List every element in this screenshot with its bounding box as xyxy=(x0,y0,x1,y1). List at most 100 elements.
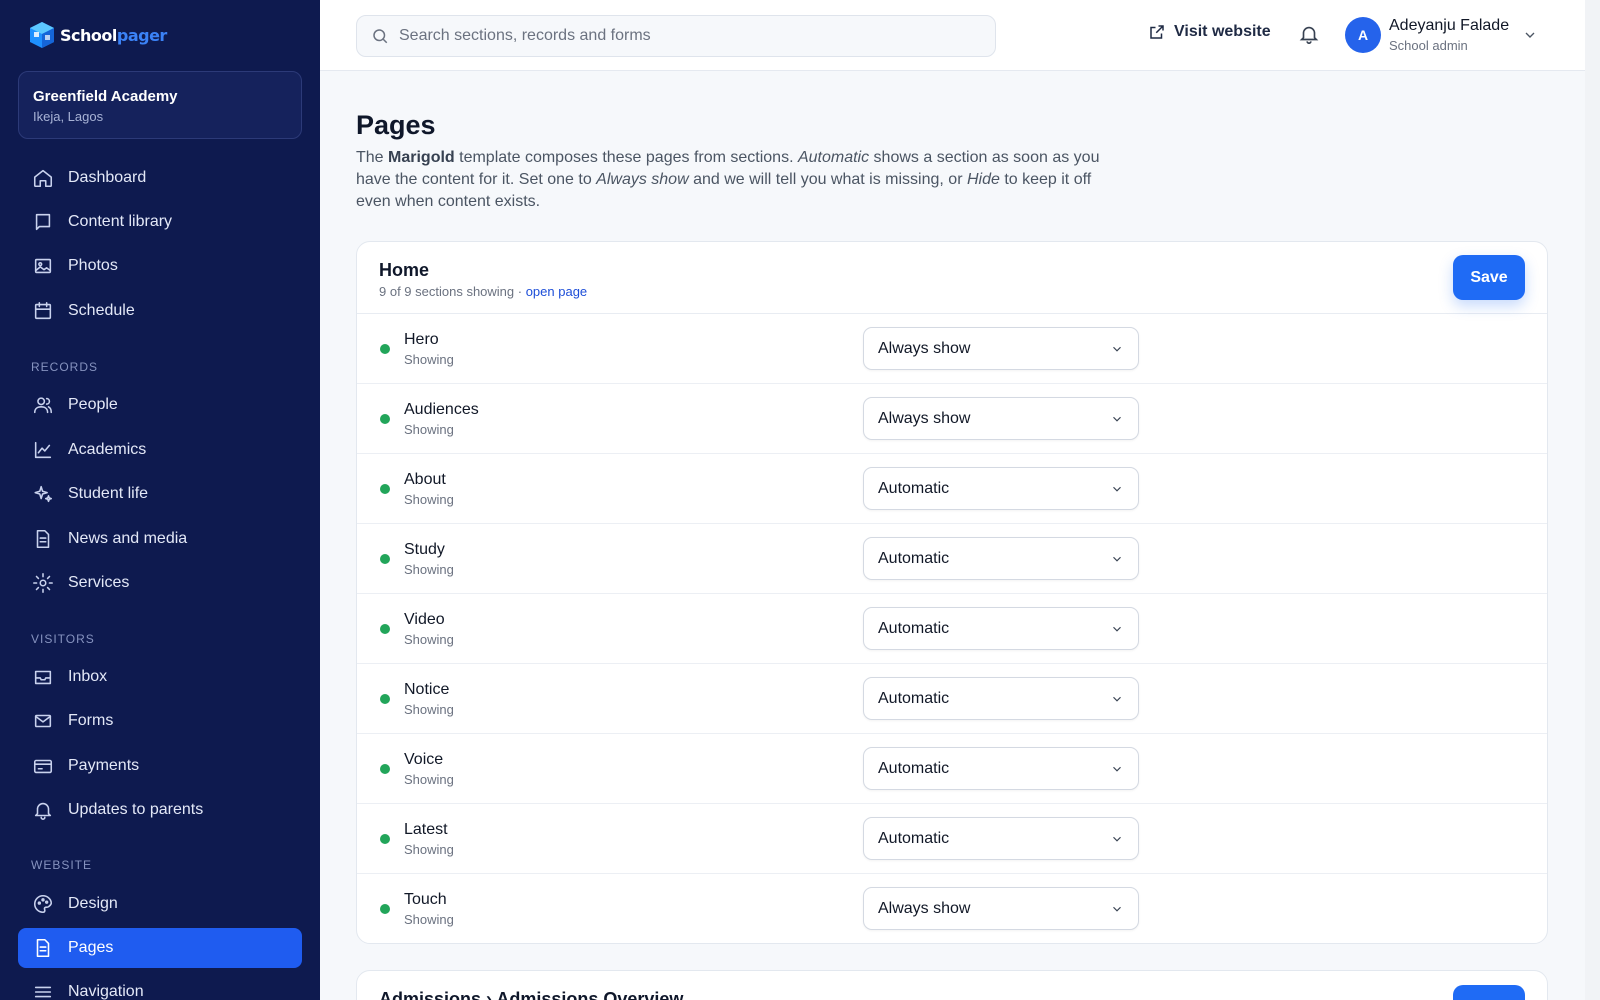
sidebar-item-services[interactable]: Services xyxy=(18,563,302,603)
sidebar-item-academics[interactable]: Academics xyxy=(18,430,302,470)
chevron-down-icon xyxy=(1113,486,1121,492)
search-input[interactable] xyxy=(399,27,979,45)
section-status: Showing xyxy=(404,912,454,927)
sidebar-item-schedule[interactable]: Schedule xyxy=(18,291,302,331)
sidebar-item-student-life[interactable]: Student life xyxy=(18,474,302,514)
section-row: Audiences Showing Always show xyxy=(357,384,1547,454)
chevron-down-icon xyxy=(1113,626,1121,632)
external-link-icon xyxy=(1150,25,1164,39)
visibility-select[interactable]: Always show xyxy=(863,887,1139,930)
visibility-select-value: Always show xyxy=(878,339,971,357)
avatar[interactable]: A xyxy=(1345,17,1381,53)
card-title: Home xyxy=(379,260,430,280)
visibility-select[interactable]: Automatic xyxy=(863,747,1139,790)
sidebar-item-label: Updates to parents xyxy=(68,801,204,818)
section-row: Latest Showing Automatic xyxy=(357,804,1547,874)
visibility-select[interactable]: Automatic xyxy=(863,607,1139,650)
bell-icon xyxy=(1299,26,1319,44)
search-box[interactable] xyxy=(356,15,996,57)
sidebar-item-content-library[interactable]: Content library xyxy=(18,202,302,242)
nav-group-visitors: VISITORS xyxy=(31,632,95,646)
status-dot xyxy=(380,344,390,354)
visibility-select-value: Automatic xyxy=(878,549,950,567)
chevron-down-icon xyxy=(1525,32,1535,38)
sidebar-item-news-and-media[interactable]: News and media xyxy=(18,519,302,559)
save-button[interactable]: Save xyxy=(1453,255,1525,300)
visit-website-link[interactable]: Visit website xyxy=(1148,23,1271,41)
bell-icon xyxy=(34,802,52,820)
sidebar-item-label: Academics xyxy=(68,441,147,458)
section-name: Latest xyxy=(404,821,448,838)
sidebar-item-design[interactable]: Design xyxy=(18,884,302,924)
visibility-select-value: Always show xyxy=(878,409,971,427)
chevron-down-icon xyxy=(1113,906,1121,912)
mail-icon xyxy=(34,714,52,728)
sidebar-item-label: Design xyxy=(68,895,118,912)
school-name: Greenfield Academy xyxy=(33,88,178,105)
card-title: Admissions › Admissions Overview xyxy=(379,989,684,1000)
visibility-select[interactable]: Automatic xyxy=(863,537,1139,580)
section-row: Video Showing Automatic xyxy=(357,594,1547,664)
sidebar-item-photos[interactable]: Photos xyxy=(18,246,302,286)
top-bar: Visit website A Adeyanju Falade School a… xyxy=(320,0,1585,71)
visibility-select[interactable]: Always show xyxy=(863,397,1139,440)
visibility-select[interactable]: Automatic xyxy=(863,467,1139,510)
status-dot xyxy=(380,904,390,914)
template-name: Marigold xyxy=(388,149,455,166)
credit-card-icon xyxy=(33,759,53,774)
sidebar-item-people[interactable]: People xyxy=(18,385,302,425)
sidebar-item-inbox[interactable]: Inbox xyxy=(18,657,302,697)
sidebar-item-payments[interactable]: Payments xyxy=(18,746,302,786)
card-header: Home 9 of 9 sections showing · open page… xyxy=(357,242,1547,314)
sidebar-item-navigation[interactable]: Navigation xyxy=(18,972,302,1000)
section-list: Hero Showing Always show Audiences Showing Al… xyxy=(357,314,1547,943)
menu-icon xyxy=(34,986,52,998)
chevron-down-icon xyxy=(1113,346,1121,352)
sidebar-item-label: Photos xyxy=(68,257,118,274)
notifications-button[interactable] xyxy=(1298,23,1322,47)
sidebar-item-forms[interactable]: Forms xyxy=(18,701,302,741)
section-name: Audiences xyxy=(404,401,479,418)
sidebar-item-label: People xyxy=(68,396,118,413)
section-row: Voice Showing Automatic xyxy=(357,734,1547,804)
sidebar-item-label: Content library xyxy=(68,213,173,230)
scrollbar[interactable] xyxy=(1585,0,1600,1000)
section-name: Touch xyxy=(404,891,447,908)
sidebar-item-label: Student life xyxy=(68,485,149,502)
sidebar-item-label: Navigation xyxy=(68,983,144,1000)
user-role: School admin xyxy=(1389,38,1468,53)
section-status: Showing xyxy=(404,772,454,787)
sidebar: Schoolpager Greenfield Academy Ikeja, La… xyxy=(0,0,320,1000)
save-button[interactable] xyxy=(1453,985,1525,1000)
sidebar-item-dashboard[interactable]: Dashboard xyxy=(18,158,302,198)
section-name: Study xyxy=(404,541,445,558)
logo-cube-icon xyxy=(30,22,54,48)
chevron-down-icon xyxy=(1113,556,1121,562)
visibility-select[interactable]: Automatic xyxy=(863,677,1139,720)
section-row: Notice Showing Automatic xyxy=(357,664,1547,734)
open-page-link[interactable]: open page xyxy=(526,284,587,299)
section-status: Showing xyxy=(404,422,454,437)
section-name: Video xyxy=(404,611,445,628)
calendar-icon xyxy=(34,301,52,320)
section-name: Voice xyxy=(404,751,444,768)
status-dot xyxy=(380,624,390,634)
sidebar-item-label: Payments xyxy=(68,757,140,774)
sidebar-item-updates-to-parents[interactable]: Updates to parents xyxy=(18,790,302,830)
brand-logo[interactable]: Schoolpager xyxy=(28,20,167,50)
visit-website-label: Visit website xyxy=(1174,23,1271,40)
user-menu-toggle[interactable] xyxy=(1522,27,1538,48)
sidebar-item-pages[interactable]: Pages xyxy=(18,928,302,968)
visibility-select[interactable]: Automatic xyxy=(863,817,1139,860)
chevron-down-icon xyxy=(1113,836,1121,842)
home-icon xyxy=(33,169,53,188)
sidebar-item-label: Pages xyxy=(68,939,114,956)
visibility-select-value: Always show xyxy=(878,899,971,917)
status-dot xyxy=(380,694,390,704)
school-switcher[interactable]: Greenfield Academy Ikeja, Lagos xyxy=(18,71,302,139)
user-name[interactable]: Adeyanju Falade xyxy=(1389,17,1509,35)
visibility-select-value: Automatic xyxy=(878,689,950,707)
section-status: Showing xyxy=(404,352,454,367)
visibility-select[interactable]: Always show xyxy=(863,327,1139,370)
status-dot xyxy=(380,764,390,774)
